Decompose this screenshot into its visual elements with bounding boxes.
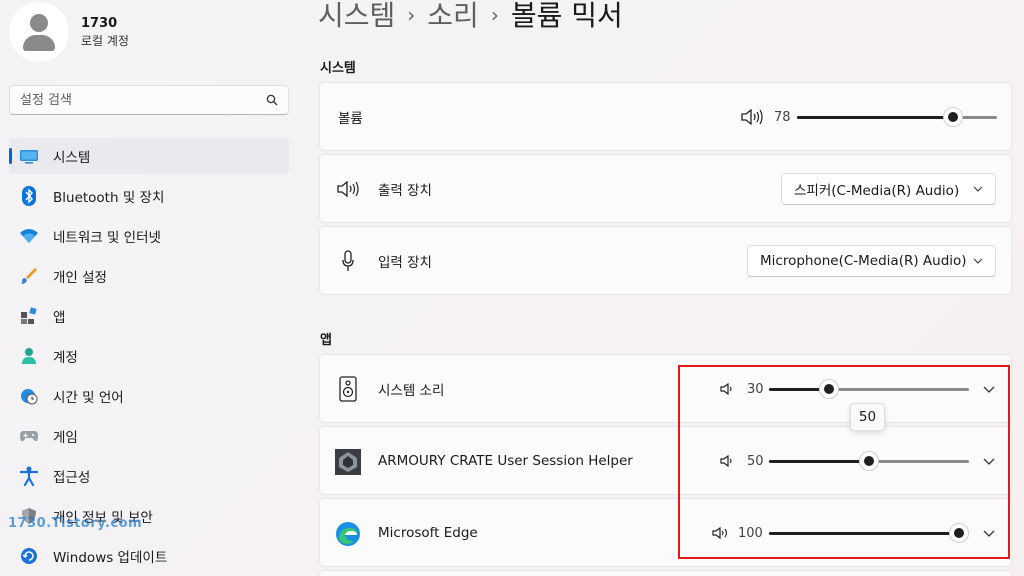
app-row-partial bbox=[319, 570, 1012, 576]
app-name: 시스템 소리 bbox=[378, 382, 445, 399]
profile-name: 1730 bbox=[81, 16, 118, 31]
sidebar-item-gaming[interactable]: 게임 bbox=[9, 418, 289, 454]
search-input[interactable] bbox=[20, 92, 240, 108]
volume-label: 볼륨 bbox=[338, 110, 363, 127]
output-device-card: 출력 장치 스피커(C-Media(R) Audio) bbox=[319, 154, 1012, 223]
slider-thumb[interactable] bbox=[943, 107, 963, 127]
breadcrumb-sound[interactable]: 소리 bbox=[427, 0, 479, 32]
chevron-down-icon bbox=[973, 258, 983, 264]
chevron-down-icon bbox=[973, 186, 983, 192]
user-profile[interactable]: 1730 로컬 계정 bbox=[9, 2, 129, 62]
sidebar-item-label: 시스템 bbox=[53, 150, 91, 166]
sidebar-item-label: 앱 bbox=[53, 310, 66, 326]
avatar bbox=[9, 2, 69, 62]
input-device-card: 입력 장치 Microphone(C-Media(R) Audio) bbox=[319, 226, 1012, 295]
output-device-selected: 스피커(C-Media(R) Audio) bbox=[794, 183, 960, 199]
breadcrumb-separator: › bbox=[490, 3, 499, 27]
monitor-icon bbox=[19, 146, 39, 166]
master-volume-slider[interactable] bbox=[797, 107, 997, 127]
search-box[interactable] bbox=[9, 85, 289, 115]
output-device-label: 출력 장치 bbox=[378, 182, 432, 199]
sidebar-item-accounts[interactable]: 계정 bbox=[9, 338, 289, 374]
slider-fill bbox=[797, 116, 953, 119]
accessibility-icon bbox=[19, 466, 39, 486]
sidebar-item-label: 게임 bbox=[53, 430, 78, 446]
sidebar-item-apps[interactable]: 앱 bbox=[9, 298, 289, 334]
master-volume-card: 볼륨 78 bbox=[319, 82, 1012, 151]
search-icon[interactable] bbox=[266, 94, 278, 106]
speaker-box-icon bbox=[339, 376, 357, 402]
watermark: 1730.Tistory.com bbox=[8, 516, 143, 531]
section-title-apps: 앱 bbox=[320, 333, 332, 348]
update-icon bbox=[19, 546, 39, 566]
nav-list: 시스템 Bluetooth 및 장치 네트워크 및 인터넷 개인 설정 앱 계정… bbox=[9, 138, 289, 576]
sidebar-item-label: 계정 bbox=[53, 350, 78, 366]
sidebar-item-label: Windows 업데이트 bbox=[53, 550, 168, 566]
sidebar-item-personalization[interactable]: 개인 설정 bbox=[9, 258, 289, 294]
breadcrumb: 시스템 › 소리 › 볼륨 믹서 bbox=[318, 0, 623, 34]
highlight-box bbox=[678, 365, 1010, 559]
section-title-system: 시스템 bbox=[320, 61, 356, 76]
microphone-icon bbox=[342, 250, 354, 271]
input-device-label: 입력 장치 bbox=[378, 254, 432, 271]
sidebar-item-windows-update[interactable]: Windows 업데이트 bbox=[9, 538, 289, 574]
bluetooth-icon bbox=[19, 186, 39, 206]
app-name: Microsoft Edge bbox=[378, 524, 478, 541]
sidebar-item-network[interactable]: 네트워크 및 인터넷 bbox=[9, 218, 289, 254]
sidebar-item-label: 접근성 bbox=[53, 470, 91, 486]
sidebar-item-label: 네트워크 및 인터넷 bbox=[53, 230, 161, 246]
page-title: 볼륨 믹서 bbox=[510, 0, 623, 32]
sidebar-item-label: Bluetooth 및 장치 bbox=[53, 190, 165, 206]
sidebar-item-label: 개인 설정 bbox=[53, 270, 107, 286]
sidebar-item-accessibility[interactable]: 접근성 bbox=[9, 458, 289, 494]
person-icon bbox=[19, 346, 39, 366]
sidebar-item-system[interactable]: 시스템 bbox=[9, 138, 289, 174]
edge-icon bbox=[336, 522, 360, 546]
input-device-selected: Microphone(C-Media(R) Audio) bbox=[760, 253, 967, 269]
brush-icon bbox=[19, 266, 39, 286]
app-name: ARMOURY CRATE User Session Helper bbox=[378, 452, 633, 469]
output-device-dropdown[interactable]: 스피커(C-Media(R) Audio) bbox=[781, 173, 996, 205]
input-device-dropdown[interactable]: Microphone(C-Media(R) Audio) bbox=[747, 245, 996, 277]
wifi-icon bbox=[19, 226, 39, 246]
sidebar-item-bluetooth[interactable]: Bluetooth 및 장치 bbox=[9, 178, 289, 214]
breadcrumb-separator: › bbox=[407, 3, 416, 27]
armoury-crate-icon bbox=[335, 449, 361, 475]
apps-icon bbox=[19, 306, 39, 326]
speaker-icon bbox=[337, 181, 359, 197]
sidebar-item-label: 시간 및 언어 bbox=[53, 390, 124, 406]
speaker-icon[interactable] bbox=[741, 109, 763, 125]
sidebar: 1730 로컬 계정 시스템 Bluetooth 및 장치 네트워크 및 인터넷 bbox=[0, 0, 300, 576]
sidebar-item-time-language[interactable]: 시간 및 언어 bbox=[9, 378, 289, 414]
globe-clock-icon bbox=[19, 386, 39, 406]
breadcrumb-system[interactable]: 시스템 bbox=[318, 0, 395, 32]
profile-account-type: 로컬 계정 bbox=[81, 34, 129, 48]
volume-value: 78 bbox=[774, 110, 791, 125]
gamepad-icon bbox=[19, 426, 39, 446]
